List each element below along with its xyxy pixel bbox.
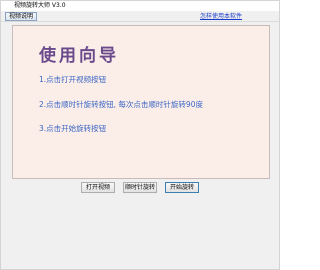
window-title: 视频旋转大师 V3.0 [14, 2, 66, 9]
toolbar: 视频说明 怎样使用本软件 [1, 11, 279, 22]
app-window: 视频旋转大师 V3.0 视频说明 怎样使用本软件 使用向导 1.点击打开视频按钮… [0, 0, 280, 270]
help-button[interactable]: 视频说明 [5, 12, 38, 21]
howto-link[interactable]: 怎样使用本软件 [200, 12, 242, 21]
guide-step-3: 3.点击开始旋转按钮 [39, 124, 107, 133]
app-video-icon [4, 3, 11, 17]
guide-step-1: 1.点击打开视频按钮 [39, 75, 107, 84]
button-bar: 打开视频 顺时针旋转 开始旋转 [1, 179, 279, 269]
rotate-clockwise-button[interactable]: 顺时针旋转 [123, 182, 157, 193]
start-rotate-button[interactable]: 开始旋转 [165, 182, 199, 193]
guide-title: 使用向导 [39, 46, 119, 66]
title-bar: 视频旋转大师 V3.0 [1, 1, 279, 17]
guide-step-2: 2.点击顺时针旋转按钮, 每次点击顺时针旋转90度 [39, 100, 203, 109]
open-video-button[interactable]: 打开视频 [81, 182, 115, 193]
guide-panel: 使用向导 1.点击打开视频按钮 2.点击顺时针旋转按钮, 每次点击顺时针旋转90… [12, 25, 270, 179]
